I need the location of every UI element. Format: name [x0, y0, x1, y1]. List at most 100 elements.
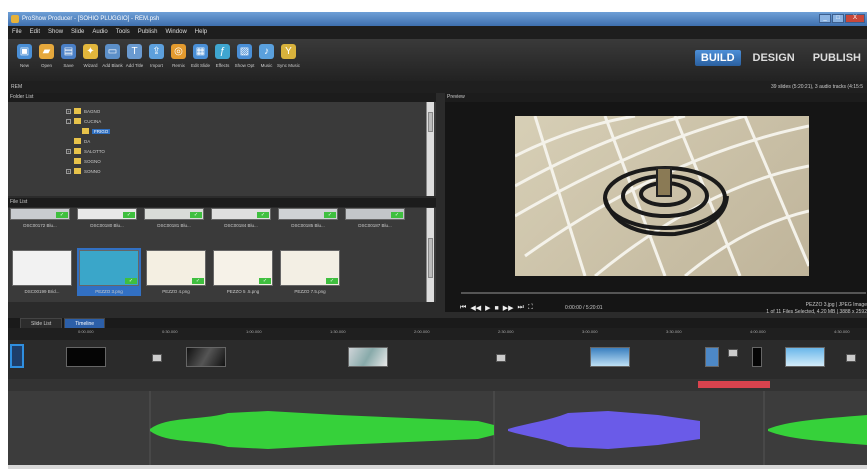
- menu-bar: File Edit Show Slide Audio Tools Publish…: [8, 26, 867, 39]
- ruler-tick-label: 2:00.000: [414, 329, 430, 334]
- toolbar-remix-button[interactable]: ◎ Remix: [168, 39, 189, 81]
- toolbar-effects-button[interactable]: ƒ Effects: [212, 39, 233, 81]
- design-mode-button[interactable]: DESIGN: [747, 50, 801, 66]
- file-thumbnail[interactable]: ✓ DSC00180 Blu...: [77, 208, 137, 228]
- expander-icon[interactable]: +: [66, 168, 71, 174]
- menu-slide[interactable]: Slide: [71, 26, 84, 39]
- file-name: DSC00184 Blu...: [224, 223, 258, 228]
- expander-icon[interactable]: +: [66, 148, 71, 154]
- skip-start-button[interactable]: ⏮: [460, 304, 466, 312]
- file-thumbnail[interactable]: ✓ PEZZO 5 .5.png: [211, 248, 275, 296]
- file-thumbnail[interactable]: ✓ DSC00187 Blu...: [345, 208, 405, 228]
- slide-clip[interactable]: [348, 347, 388, 367]
- menu-publish[interactable]: Publish: [138, 26, 158, 39]
- tab-slide-list[interactable]: Slide List: [20, 318, 63, 328]
- slide-clip-selected[interactable]: [10, 344, 24, 368]
- toolbar-edit-slide-button[interactable]: ▦ Edit Slide: [190, 39, 211, 81]
- toolbar-add-blank-button[interactable]: ▭ Add Blank: [102, 39, 123, 81]
- proshow-window: ProShow Producer - [SOHIO PLUGGIO] - REM…: [8, 12, 867, 469]
- rewind-button[interactable]: ◀◀: [470, 304, 481, 312]
- minimize-button[interactable]: _: [819, 14, 831, 23]
- wizard-icon: ✦: [83, 44, 98, 59]
- menu-help[interactable]: Help: [195, 26, 207, 39]
- toolbar-button-label: Show Opt: [234, 63, 255, 68]
- transition-icon[interactable]: [496, 354, 506, 362]
- maximize-button[interactable]: □: [832, 14, 844, 23]
- scroll-thumb[interactable]: [428, 238, 433, 278]
- timeline-ruler[interactable]: 0:00.000 0:30.000 1:00.000 1:30.000 2:00.000…: [8, 328, 867, 340]
- file-list-pane: ✓ DSC00172 Blu... ✓ DSC00180 Blu... ✓ DSC0018…: [8, 208, 436, 302]
- folder-item[interactable]: + SALOTTO: [66, 148, 105, 154]
- menu-edit[interactable]: Edit: [30, 26, 40, 39]
- audio-clip-purple[interactable]: [508, 411, 700, 449]
- folder-item[interactable]: + BAGNO: [66, 108, 100, 114]
- menu-file[interactable]: File: [12, 26, 22, 39]
- scroll-thumb[interactable]: [428, 112, 433, 132]
- toolbar-sync-music-button[interactable]: Y Sync Music: [277, 39, 300, 81]
- file-name: DSC00199 Brid...: [24, 289, 60, 294]
- expander-icon[interactable]: +: [66, 108, 71, 114]
- waveform-svg: [149, 391, 867, 469]
- file-list-scrollbar[interactable]: [426, 208, 434, 302]
- menu-window[interactable]: Window: [165, 26, 186, 39]
- title-bar: ProShow Producer - [SOHIO PLUGGIO] - REM…: [8, 12, 867, 26]
- stop-button[interactable]: ■: [494, 305, 498, 312]
- toolbar-show-options-button[interactable]: ▨ Show Opt: [234, 39, 255, 81]
- menu-audio[interactable]: Audio: [92, 26, 107, 39]
- slide-clip[interactable]: [66, 347, 106, 367]
- wire-rack-photo: [515, 116, 809, 276]
- used-check-icon: ✓: [125, 278, 137, 284]
- toolbar-open-folder-button[interactable]: ▰ Open: [36, 39, 57, 81]
- slide-clip[interactable]: [590, 347, 630, 367]
- file-name: DSC00187 Blu...: [358, 223, 392, 228]
- toolbar-save-button[interactable]: ▤ Save: [58, 39, 79, 81]
- audio-clip-green-2[interactable]: [768, 415, 867, 445]
- slide-clip[interactable]: [785, 347, 825, 367]
- file-thumbnail[interactable]: ✓ DSC00184 Blu...: [211, 208, 271, 228]
- slide-track[interactable]: [8, 341, 867, 379]
- transition-icon[interactable]: [846, 354, 856, 362]
- toolbar-wizard-button[interactable]: ✦ Wizard: [80, 39, 101, 81]
- slide-clip[interactable]: [705, 347, 719, 367]
- toolbar-add-title-button[interactable]: T Add Title: [124, 39, 145, 81]
- file-thumbnail[interactable]: ✓ PEZZO 4.png: [144, 248, 208, 296]
- transition-icon[interactable]: [728, 349, 738, 357]
- toolbar-new-show-button[interactable]: ▣ New: [14, 39, 35, 81]
- file-thumbnail[interactable]: ✓ DSC00181 Blu...: [144, 208, 204, 228]
- audio-fade-marker[interactable]: [698, 381, 770, 388]
- ruler-tick-label: 3:30.000: [666, 329, 682, 334]
- file-thumbnail[interactable]: ✓ PEZZO 3.png: [77, 248, 141, 296]
- preview-seek-bar[interactable]: [461, 292, 866, 294]
- menu-show[interactable]: Show: [48, 26, 63, 39]
- tab-timeline[interactable]: Timeline: [64, 318, 106, 328]
- build-mode-button[interactable]: BUILD: [694, 50, 741, 66]
- play-button[interactable]: ▶: [485, 304, 490, 312]
- fast-forward-button[interactable]: ▶▶: [503, 304, 514, 312]
- skip-end-button[interactable]: ⏭: [518, 304, 524, 312]
- fullscreen-button[interactable]: ⛶: [528, 304, 533, 312]
- folder-item[interactable]: FRIGO: [74, 128, 111, 134]
- file-thumbnail[interactable]: ✓ DSC00185 Blu...: [278, 208, 338, 228]
- close-button[interactable]: X: [845, 14, 865, 23]
- folder-item[interactable]: DA: [66, 138, 90, 144]
- folder-label: DA: [84, 138, 91, 144]
- transition-icon[interactable]: [152, 354, 162, 362]
- audio-marker-lane: [8, 379, 867, 391]
- publish-mode-button[interactable]: PUBLISH: [807, 50, 867, 66]
- toolbar-button-label: Effects: [215, 63, 230, 68]
- folder-item[interactable]: - CUCINA: [66, 118, 101, 124]
- slide-clip[interactable]: [752, 347, 762, 367]
- folder-list-scrollbar[interactable]: [426, 102, 434, 196]
- file-thumbnail[interactable]: ✓ DSC00172 Blu...: [10, 208, 70, 228]
- expander-icon[interactable]: -: [66, 118, 71, 124]
- audio-clip-green[interactable]: [150, 411, 494, 449]
- file-thumbnail[interactable]: DSC00199 Brid...: [10, 248, 74, 296]
- folder-item[interactable]: SOGNO: [66, 158, 101, 164]
- toolbar-import-button[interactable]: ⇪ Import: [146, 39, 167, 81]
- toolbar-music-button[interactable]: ♪ Music: [256, 39, 277, 81]
- audio-waveform-track[interactable]: [8, 391, 867, 469]
- file-thumbnail[interactable]: ✓ PEZZO 7.5.png: [278, 248, 342, 296]
- folder-item[interactable]: + SONNO: [66, 168, 101, 174]
- menu-tools[interactable]: Tools: [116, 26, 130, 39]
- slide-clip[interactable]: [186, 347, 226, 367]
